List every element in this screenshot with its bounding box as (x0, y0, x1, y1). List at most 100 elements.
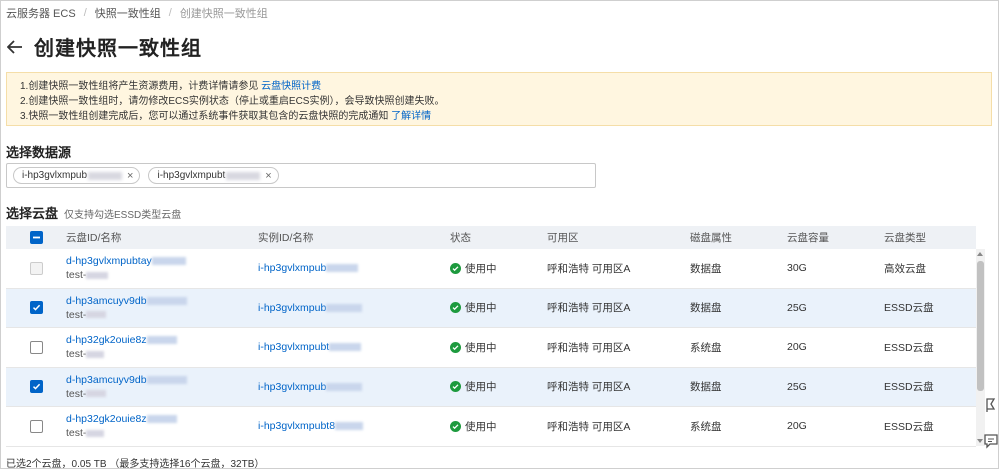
disk-id: d-hp3amcuyv9db (66, 373, 147, 386)
source-tag-label: i-hp3gvlxmpub (22, 170, 88, 181)
source-tag: i-hp3gvlxmpubt × (148, 167, 279, 184)
table-row[interactable]: d-hp3gvlxmpubtay test- i-hp3gvlxmpub 使用中… (6, 249, 976, 289)
zone-cell: 呼和浩特 可用区A (547, 262, 631, 275)
row-checkbox-cell (6, 301, 66, 315)
disk-name: test- (66, 348, 258, 360)
source-tag-label: i-hp3gvlxmpubt (157, 170, 226, 181)
breadcrumb-item-group[interactable]: 快照一致性组 (95, 5, 161, 21)
status-cell: 使用中 (450, 419, 547, 434)
selection-summary: 已选2个云盘，0.05 TB （最多支持选择16个云盘，32TB） (6, 459, 265, 469)
disk-name: test- (66, 309, 258, 321)
data-source-select[interactable]: i-hp3gvlxmpub × i-hp3gvlxmpubt × (6, 163, 596, 188)
disk-label: 选择云盘 (6, 206, 59, 221)
disk-id-link[interactable]: d-hp32gk2ouie8z (66, 413, 258, 425)
instance-id: i-hp3gvlxmpub (258, 262, 327, 275)
breadcrumb-item-ecs[interactable]: 云服务器 ECS (6, 5, 76, 21)
chat-icon[interactable] (982, 428, 999, 454)
attr-cell: 系统盘 (690, 341, 722, 354)
redacted-text (86, 271, 109, 279)
scrollbar-thumb[interactable] (977, 261, 984, 391)
redacted-text (326, 303, 363, 312)
status-cell: 使用中 (450, 261, 547, 276)
disk-cell: d-hp3amcuyv9db test- (66, 295, 258, 321)
capacity-cell: 25G (787, 380, 807, 393)
row-checkbox[interactable] (29, 340, 43, 354)
status-cell: 使用中 (450, 379, 547, 394)
notice-box: 1.创建快照一致性组将产生资源费用，计费详情请参见 云盘快照计费 2.创建快照一… (6, 72, 992, 126)
disk-id: d-hp32gk2ouie8z (66, 334, 147, 347)
row-checkbox[interactable] (29, 380, 43, 394)
source-tag: i-hp3gvlxmpub × (13, 167, 141, 184)
disk-name: test- (66, 388, 258, 400)
row-checkbox[interactable] (29, 419, 43, 433)
breadcrumb-item-current: 创建快照一致性组 (179, 8, 268, 20)
status-cell: 使用中 (450, 300, 547, 315)
zone-cell: 呼和浩特 可用区A (547, 302, 631, 315)
billing-link[interactable]: 云盘快照计费 (261, 81, 321, 92)
type-cell: ESSD云盘 (884, 341, 934, 354)
type-cell: ESSD云盘 (884, 381, 934, 394)
disk-hint: 仅支持勾选ESSD类型云盘 (64, 210, 182, 221)
redacted-text (326, 264, 359, 273)
status-text: 使用中 (465, 341, 497, 354)
capacity-cell: 20G (787, 341, 807, 354)
instance-link[interactable]: i-hp3gvlxmpub (258, 262, 359, 275)
remove-tag-icon[interactable]: × (265, 170, 271, 182)
disk-id: d-hp3amcuyv9db (66, 294, 147, 307)
notice-line-3: 3.快照一致性组创建完成后，您可以通过系统事件获取其包含的云盘快照的完成通知 了… (20, 109, 978, 124)
redacted-text (88, 171, 123, 180)
disk-id-link[interactable]: d-hp3amcuyv9db (66, 374, 258, 386)
zone-cell: 呼和浩特 可用区A (547, 420, 631, 433)
learn-more-link[interactable]: 了解详情 (391, 111, 431, 122)
table-row[interactable]: d-hp32gk2ouie8z test- i-hp3gvlxmpubt8 使用… (6, 407, 976, 447)
status-text: 使用中 (465, 381, 497, 394)
row-checkbox[interactable] (29, 301, 43, 315)
redacted-text (226, 171, 261, 180)
disk-name-text: test- (66, 308, 87, 321)
zone-cell: 呼和浩特 可用区A (547, 381, 631, 394)
redacted-text (146, 296, 187, 305)
select-all-cell (6, 231, 66, 244)
disk-id: d-hp3gvlxmpubtay (66, 255, 152, 268)
table-row[interactable]: d-hp3amcuyv9db test- i-hp3gvlxmpub 使用中 呼… (6, 367, 976, 407)
attr-cell: 系统盘 (690, 420, 722, 433)
attr-cell: 数据盘 (690, 302, 722, 315)
status-text: 使用中 (465, 420, 497, 433)
feedback-icon[interactable] (982, 392, 999, 418)
header-disk-type: 云盘类型 (884, 232, 926, 244)
instance-link[interactable]: i-hp3gvlxmpubt (258, 341, 362, 353)
table-header: 云盘ID/名称 实例ID/名称 状态 可用区 磁盘属性 云盘容量 云盘类型 (6, 226, 976, 249)
breadcrumb-separator: / (83, 7, 87, 19)
disk-id-link[interactable]: d-hp32gk2ouie8z (66, 334, 258, 346)
back-arrow-icon[interactable] (6, 37, 24, 57)
redacted-text (326, 382, 363, 391)
instance-link[interactable]: i-hp3gvlxmpubt8 (258, 420, 364, 433)
remove-tag-icon[interactable]: × (127, 170, 133, 182)
check-circle-icon (450, 381, 461, 393)
instance-id: i-hp3gvlxmpubt8 (258, 420, 336, 433)
check-circle-icon (450, 341, 461, 353)
page-title: 创建快照一致性组 (34, 38, 202, 60)
redacted-text (86, 311, 107, 319)
redacted-text (151, 257, 186, 266)
instance-link[interactable]: i-hp3gvlxmpub (258, 302, 363, 314)
disk-id-link[interactable]: d-hp3gvlxmpubtay (66, 255, 258, 267)
instance-cell: i-hp3gvlxmpub (258, 262, 450, 274)
disk-name-text: test- (66, 387, 87, 400)
scroll-up-arrow-icon[interactable] (977, 252, 983, 256)
instance-link[interactable]: i-hp3gvlxmpub (258, 380, 363, 393)
instance-cell: i-hp3gvlxmpub (258, 302, 450, 314)
type-cell: ESSD云盘 (884, 302, 934, 315)
instance-cell: i-hp3gvlxmpub (258, 381, 450, 393)
redacted-text (146, 375, 187, 384)
disk-id-link[interactable]: d-hp3amcuyv9db (66, 295, 258, 307)
select-all-checkbox[interactable] (29, 231, 43, 244)
breadcrumb: 云服务器 ECS / 快照一致性组 / 创建快照一致性组 (6, 5, 268, 21)
row-checkbox-cell (6, 380, 66, 394)
disk-cell: d-hp32gk2ouie8z test- (66, 334, 258, 360)
row-checkbox-cell (6, 261, 66, 275)
status-cell: 使用中 (450, 340, 547, 355)
table-row[interactable]: d-hp32gk2ouie8z test- i-hp3gvlxmpubt 使用中… (6, 328, 976, 368)
instance-id: i-hp3gvlxmpub (258, 380, 327, 393)
table-row[interactable]: d-hp3amcuyv9db test- i-hp3gvlxmpub 使用中 呼… (6, 288, 976, 328)
